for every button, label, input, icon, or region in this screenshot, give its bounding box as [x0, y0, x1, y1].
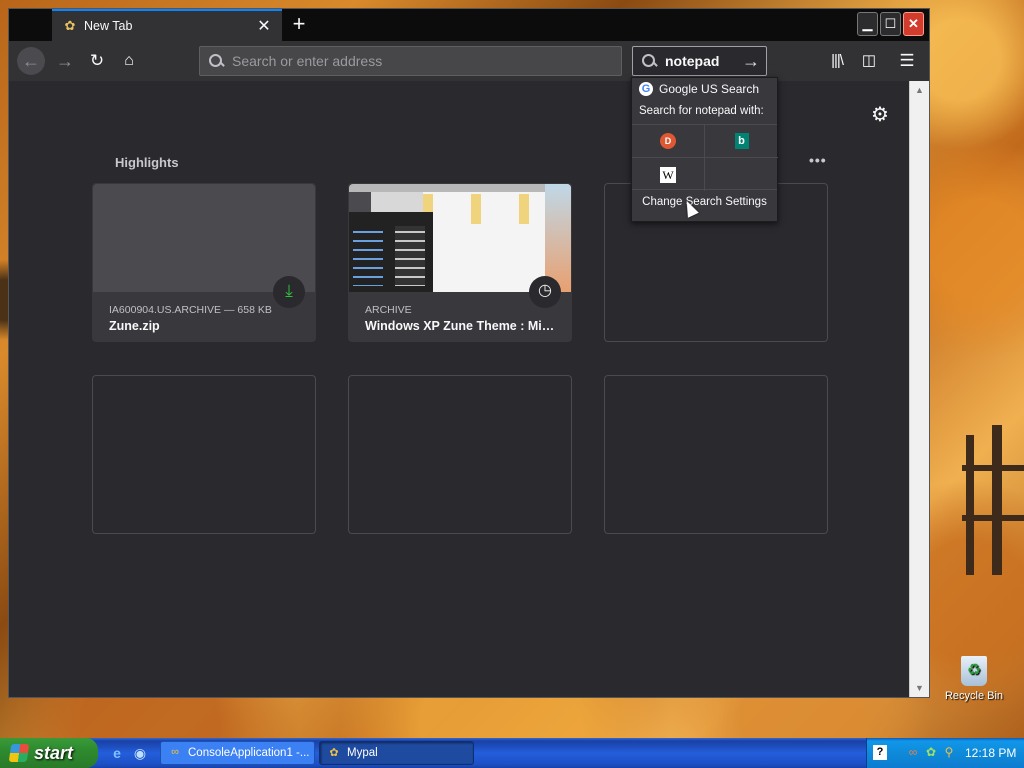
engine-name: Google US Search: [659, 82, 760, 96]
one-click-engines: D b W: [632, 124, 778, 191]
google-icon: G: [639, 82, 653, 96]
history-clock-icon: ◷: [529, 276, 561, 308]
start-label: start: [34, 742, 74, 763]
tab-title: New Tab: [84, 19, 133, 33]
hamburger-menu-icon[interactable]: ☰: [897, 51, 917, 71]
windows-logo-icon: [8, 744, 30, 762]
clock: 12:18 PM: [965, 746, 1017, 760]
taskbar-item-label: Mypal: [347, 747, 378, 759]
tray-mypal-icon[interactable]: ✿: [923, 745, 939, 761]
reload-button[interactable]: ↻: [83, 47, 111, 75]
minimize-button[interactable]: ▁: [857, 12, 878, 36]
window-close-button[interactable]: ✕: [903, 12, 924, 36]
empty-highlight-slot: [604, 375, 828, 534]
scroll-up-icon[interactable]: ▲: [910, 83, 929, 97]
highlight-card[interactable]: ⤓ IA600904.US.ARCHIVE — 658 KB Zune.zip: [92, 183, 316, 342]
taskbar: start e ◉ ∞ ConsoleApplication1 -... ✿ M…: [0, 738, 1024, 768]
search-input[interactable]: [665, 53, 742, 69]
newtab-settings-gear-icon[interactable]: ⚙: [869, 102, 891, 126]
taskbar-item-label: ConsoleApplication1 -...: [188, 747, 310, 759]
browser-window: ✿ New Tab ✕ + ▁ ☐ ✕ ← → ↻ ⌂ → |||\ ◫ ☰ ▲…: [8, 8, 930, 698]
change-search-settings-button[interactable]: Change Search Settings: [632, 196, 777, 208]
help-icon[interactable]: ?: [873, 745, 887, 760]
engine-bing-button[interactable]: b: [705, 125, 778, 158]
empty-engine-cell: [705, 158, 778, 191]
duckduckgo-icon: D: [660, 133, 676, 149]
tray-search-icon[interactable]: ⚲: [941, 745, 957, 761]
back-button[interactable]: ←: [17, 47, 45, 75]
engine-wikipedia-button[interactable]: W: [632, 158, 705, 191]
tab-strip: ✿ New Tab ✕ + ▁ ☐ ✕: [9, 9, 929, 41]
system-tray: ? ∞ ✿ ⚲ 12:18 PM: [866, 738, 1024, 768]
card-thumbnail: [349, 184, 571, 292]
sidebar-toggle-icon[interactable]: ◫: [859, 51, 879, 71]
recycle-bin-icon: ♻: [961, 656, 987, 686]
forward-button[interactable]: →: [51, 47, 79, 75]
tray-app-icon[interactable]: ∞: [905, 745, 921, 761]
tab-new-tab[interactable]: ✿ New Tab ✕: [52, 9, 282, 41]
highlights-heading: Highlights: [115, 155, 179, 170]
home-button[interactable]: ⌂: [115, 47, 143, 75]
default-engine-row[interactable]: G Google US Search: [639, 82, 759, 96]
card-meta: IA600904.US.ARCHIVE — 658 KB: [109, 304, 272, 316]
search-icon: [208, 53, 224, 69]
highlight-card[interactable]: ◷ ARCHIVE Windows XP Zune Theme : Micr..…: [348, 183, 572, 342]
scroll-down-icon[interactable]: ▼: [910, 681, 929, 695]
tab-close-icon[interactable]: ✕: [256, 16, 272, 36]
card-thumbnail: [93, 184, 315, 292]
search-go-arrow-icon[interactable]: →: [742, 51, 760, 72]
card-title: Windows XP Zune Theme : Micr...: [365, 319, 561, 333]
wallpaper-fence: [962, 425, 1024, 575]
url-input[interactable]: [232, 53, 621, 69]
mypal-favicon-icon: ✿: [64, 18, 76, 33]
recycle-bin-label: Recycle Bin: [944, 690, 1004, 702]
bing-icon: b: [734, 133, 749, 149]
start-button[interactable]: start: [0, 738, 98, 768]
quicklaunch-app-icon[interactable]: ◉: [131, 744, 149, 762]
navigation-toolbar: ← → ↻ ⌂ → |||\ ◫ ☰: [9, 41, 929, 81]
url-bar[interactable]: [199, 46, 622, 76]
taskbar-item-consoleapplication[interactable]: ∞ ConsoleApplication1 -...: [160, 741, 315, 765]
highlights-more-options-icon[interactable]: •••: [809, 152, 827, 168]
download-icon: ⤓: [273, 276, 305, 308]
vertical-scrollbar[interactable]: ▲ ▼: [909, 81, 929, 697]
empty-highlight-slot: [92, 375, 316, 534]
search-suggestions-popup: G Google US Search Search for notepad wi…: [631, 77, 778, 222]
search-bar[interactable]: →: [632, 46, 767, 76]
app-icon: ∞: [171, 746, 179, 758]
recycle-bin-desktop-icon[interactable]: ♻ Recycle Bin: [944, 656, 1004, 702]
card-meta: ARCHIVE: [365, 304, 412, 316]
search-for-label: Search for notepad with:: [639, 105, 764, 117]
internet-explorer-icon[interactable]: e: [108, 744, 126, 762]
engine-duckduckgo-button[interactable]: D: [632, 125, 705, 158]
taskbar-item-mypal[interactable]: ✿ Mypal: [319, 741, 474, 765]
wikipedia-icon: W: [660, 166, 676, 183]
new-tab-button[interactable]: +: [285, 13, 313, 37]
empty-highlight-slot: [348, 375, 572, 534]
maximize-button[interactable]: ☐: [880, 12, 901, 36]
search-icon: [641, 53, 657, 69]
mypal-icon: ✿: [329, 747, 339, 759]
card-title: Zune.zip: [109, 319, 160, 333]
library-icon[interactable]: |||\: [827, 51, 847, 71]
